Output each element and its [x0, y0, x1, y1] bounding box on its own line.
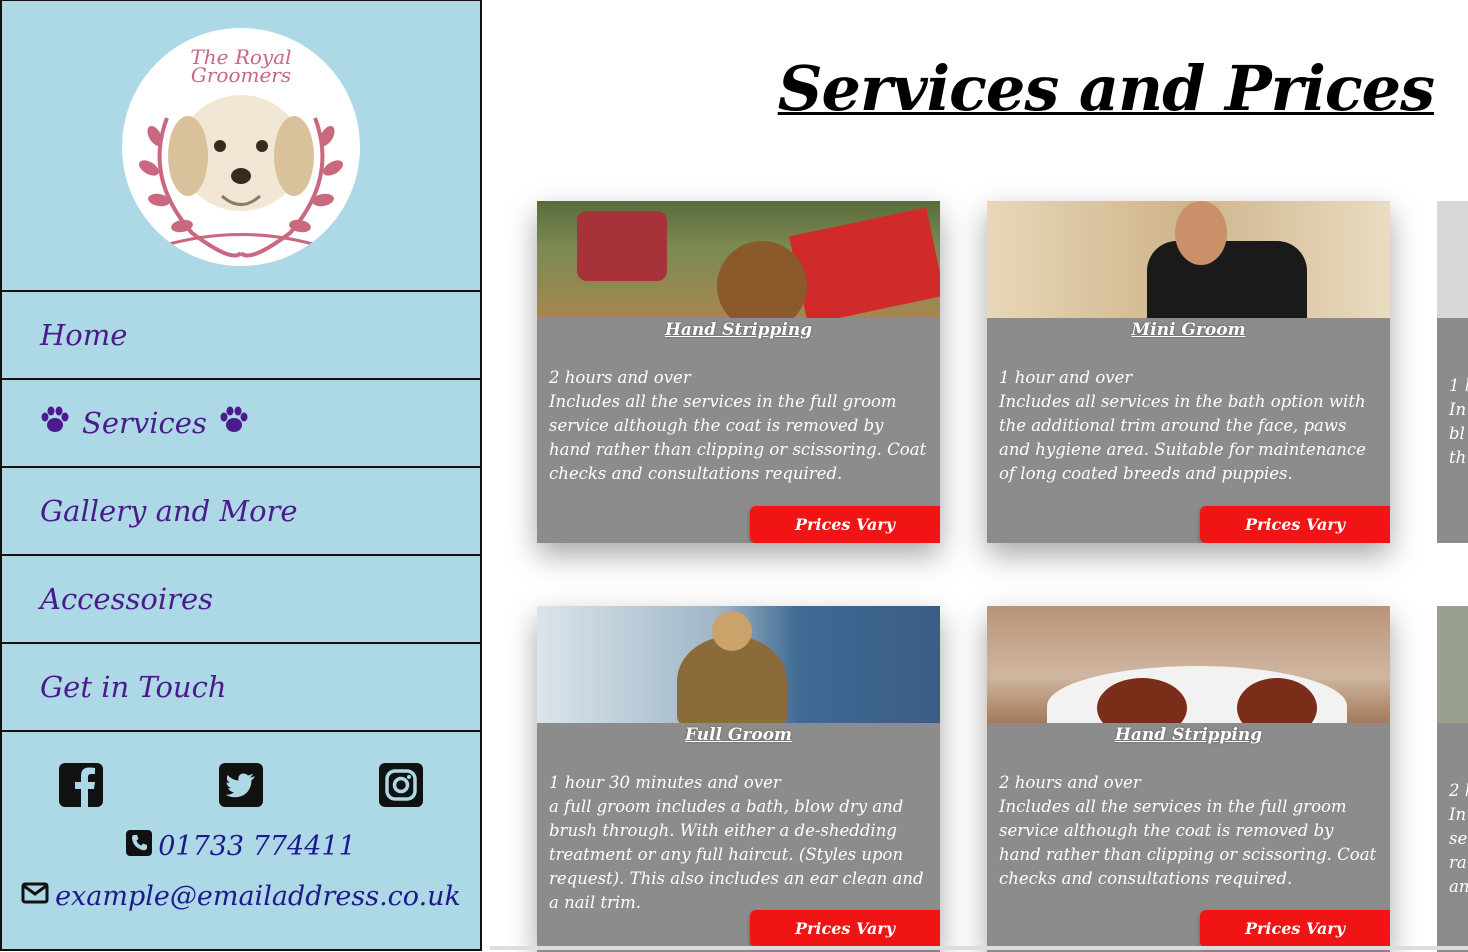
paw-icon [40, 406, 70, 441]
nav-gallery[interactable]: Gallery and More [2, 468, 480, 556]
card-title: Full Groom [684, 725, 793, 745]
twitter-icon[interactable] [218, 762, 264, 808]
phone-icon [126, 830, 158, 863]
logo-area: The Royal Groomers [2, 1, 480, 292]
card-photo [1437, 606, 1468, 723]
card-title: Hand Stripping [664, 320, 813, 340]
card-duration: 1 hour 30 minutes and over [549, 773, 781, 792]
card-body: Hand Stripping 2 hours and over Includes… [987, 725, 1390, 891]
service-card-partial: 1 h In bl th [1437, 201, 1468, 543]
card-description: a full groom includes a bath, blow dry a… [549, 797, 924, 912]
nav-get-in-touch-label: Get in Touch [40, 670, 227, 704]
phone-number: 01733 774411 [158, 831, 356, 862]
card-body: Full Groom 1 hour 30 minutes and over a … [537, 725, 940, 915]
nav-accessoires-label: Accessoires [40, 582, 213, 616]
nav-home[interactable]: Home [2, 292, 480, 380]
prices-vary-button[interactable]: Prices Vary [1200, 506, 1390, 543]
service-card: Hand Stripping 2 hours and over Includes… [987, 606, 1390, 952]
facebook-icon[interactable] [58, 762, 104, 808]
paw-icon [219, 406, 249, 441]
service-card: Mini Groom 1 hour and over Includes all … [987, 201, 1390, 543]
card-title: Mini Groom [1131, 320, 1246, 340]
prices-vary-button[interactable]: Prices Vary [750, 506, 940, 543]
logo-dog-illustration [139, 95, 343, 258]
card-description: Includes all services in the bath option… [999, 392, 1366, 483]
card-duration: 2 hours and over [999, 773, 1141, 792]
divider [490, 946, 1468, 950]
nav-gallery-label: Gallery and More [40, 494, 298, 528]
service-card: Hand Stripping 2 hours and over Includes… [537, 201, 940, 543]
card-description: Includes all the services in the full gr… [999, 797, 1377, 888]
nav-services-label: Services [82, 406, 207, 440]
phone-contact[interactable]: 01733 774411 [2, 830, 480, 863]
service-card: Full Groom 1 hour 30 minutes and over a … [537, 606, 940, 952]
card-photo [537, 606, 940, 723]
nav-services[interactable]: Services [2, 380, 480, 468]
card-text-partial: 2 h In se ra an [1449, 781, 1468, 896]
card-photo [987, 606, 1390, 723]
nav-home-label: Home [40, 318, 128, 352]
sidebar: The Royal Groomers Home Services Gallery… [0, 0, 482, 951]
email-contact[interactable]: example@emailaddress.co.uk [2, 881, 480, 912]
page-title: Services and Prices [777, 52, 1435, 125]
card-body: Hand Stripping 2 hours and over Includes… [537, 320, 940, 486]
nav-accessoires[interactable]: Accessoires [2, 556, 480, 644]
service-card-partial: 2 h In se ra an [1437, 606, 1468, 952]
instagram-icon[interactable] [378, 762, 424, 808]
envelope-icon [21, 881, 55, 912]
card-body: Mini Groom 1 hour and over Includes all … [987, 320, 1390, 486]
card-duration: 2 hours and over [549, 368, 691, 387]
logo[interactable]: The Royal Groomers [122, 28, 360, 266]
card-text-partial: 1 h In bl th [1449, 376, 1468, 467]
email-address: example@emailaddress.co.uk [55, 881, 461, 912]
prices-vary-button[interactable]: Prices Vary [750, 910, 940, 947]
card-photo [537, 201, 940, 318]
prices-vary-button[interactable]: Prices Vary [1200, 910, 1390, 947]
card-title: Hand Stripping [1114, 725, 1263, 745]
nav-get-in-touch[interactable]: Get in Touch [2, 644, 480, 732]
card-description: Includes all the services in the full gr… [549, 392, 927, 483]
card-photo [1437, 201, 1468, 318]
social-links [2, 732, 480, 808]
card-photo [987, 201, 1390, 318]
card-duration: 1 hour and over [999, 368, 1133, 387]
